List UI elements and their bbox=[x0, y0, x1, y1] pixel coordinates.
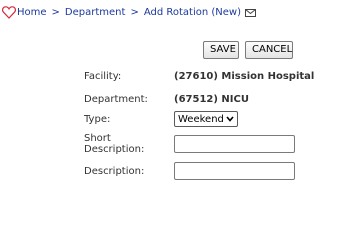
form-actions: SAVE CANCEL bbox=[203, 41, 293, 59]
save-button[interactable]: SAVE bbox=[203, 41, 239, 59]
short-description-row: Short Description: bbox=[84, 133, 295, 155]
type-select-value: Weekend bbox=[178, 113, 224, 125]
type-select[interactable]: Weekend bbox=[174, 111, 238, 127]
breadcrumb-separator: > bbox=[51, 7, 60, 18]
breadcrumb: Home > Department > Add Rotation (New) bbox=[2, 6, 256, 19]
breadcrumb-separator: > bbox=[130, 7, 139, 18]
description-input[interactable] bbox=[174, 162, 295, 180]
department-row: Department: (67512) NICU bbox=[84, 90, 249, 108]
heart-icon bbox=[2, 6, 16, 19]
department-value: (67512) NICU bbox=[174, 93, 249, 105]
cancel-button[interactable]: CANCEL bbox=[245, 41, 293, 59]
type-label: Type: bbox=[84, 113, 111, 125]
description-label: Description: bbox=[84, 165, 145, 177]
description-row: Description: bbox=[84, 162, 295, 180]
short-description-input[interactable] bbox=[174, 135, 295, 153]
facility-row: Facility: (27610) Mission Hospital bbox=[84, 67, 314, 85]
breadcrumb-department-link[interactable]: Department bbox=[65, 7, 126, 18]
type-row: Type: Weekend bbox=[84, 110, 238, 128]
chevron-down-icon bbox=[226, 116, 234, 122]
department-label: Department: bbox=[84, 93, 148, 105]
short-description-label: Short Description: bbox=[84, 133, 145, 155]
facility-value: (27610) Mission Hospital bbox=[174, 70, 315, 82]
breadcrumb-current-page: Add Rotation (New) bbox=[143, 7, 241, 18]
facility-label: Facility: bbox=[84, 70, 122, 82]
breadcrumb-home-link[interactable]: Home bbox=[17, 7, 47, 18]
mail-icon[interactable] bbox=[244, 8, 256, 17]
